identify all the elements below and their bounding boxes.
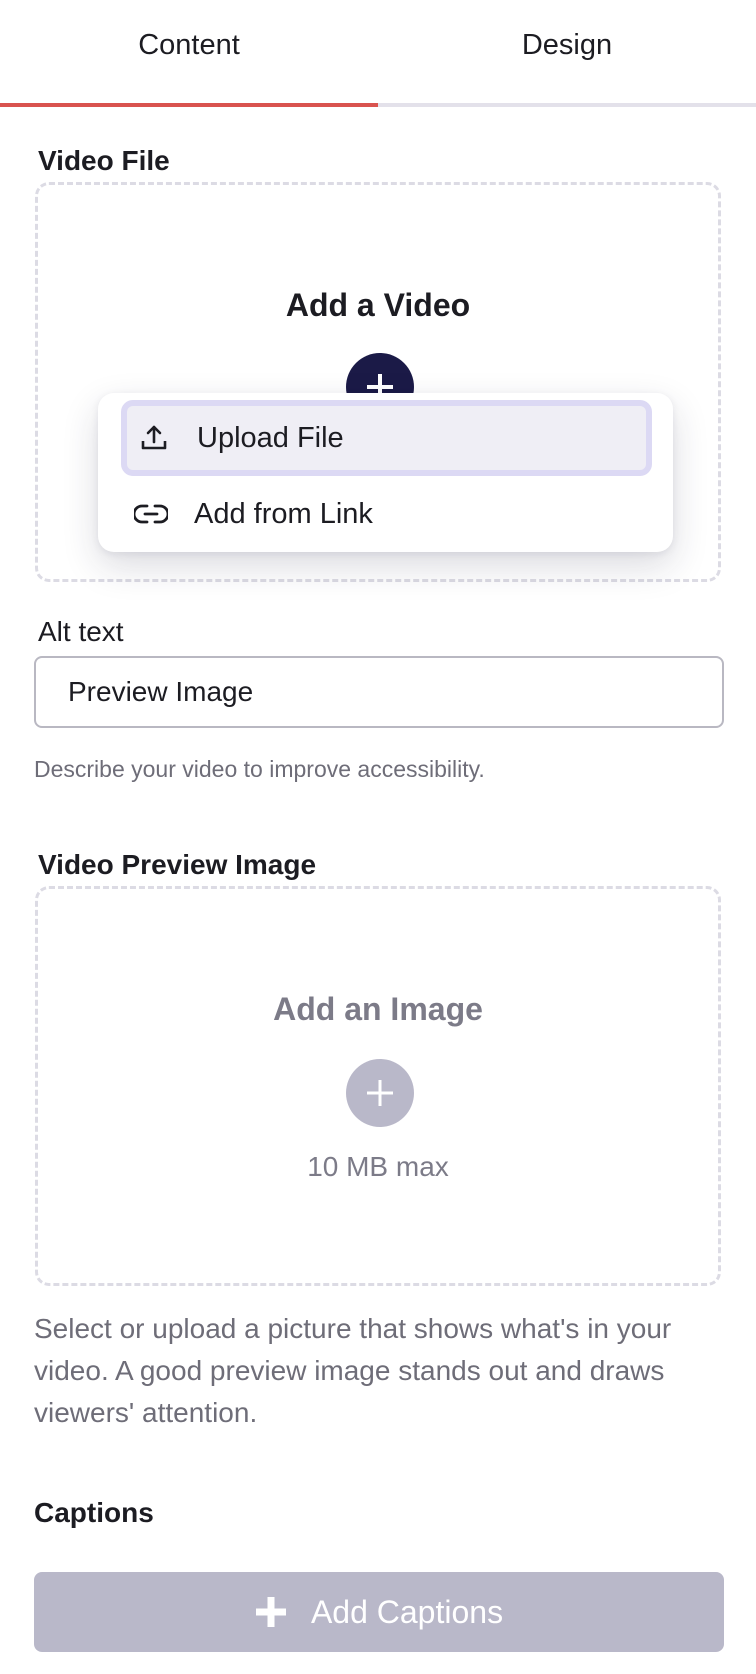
alt-text-helper: Describe your video to improve accessibi… [34,756,485,782]
tab-content-label: Content [138,28,240,61]
add-captions-button[interactable]: Add Captions [34,1572,724,1652]
preview-image-dropzone[interactable]: Add an Image 10 MB max [35,886,721,1286]
tab-design-label: Design [521,28,613,61]
max-size-text: 10 MB max [307,1151,449,1182]
menu-item-add-from-link[interactable]: Add from Link [124,479,649,549]
alt-text-input[interactable] [34,656,724,728]
upload-menu: Upload File Add from Link [98,393,673,552]
link-icon [134,497,168,531]
menu-item-add-from-link-label: Add from Link [194,497,373,530]
video-preview-image-title: Video Preview Image [38,849,317,880]
captions-title: Captions [34,1497,154,1528]
add-image-title: Add an Image [273,991,483,1027]
menu-item-upload-file-label: Upload File [197,421,344,454]
add-video-title: Add a Video [285,287,471,323]
tab-bar: Content Design [0,0,756,108]
preview-image-helper: Select or upload a picture that shows wh… [34,1313,672,1428]
video-file-title: Video File [38,145,170,176]
tab-design[interactable]: Design [378,0,756,108]
upload-icon [137,421,171,455]
plus-icon [255,1596,287,1628]
tab-active-indicator [0,103,378,107]
menu-item-upload-file[interactable]: Upload File [121,400,652,476]
alt-text-label: Alt text [38,616,124,647]
plus-icon [367,1080,393,1106]
add-image-button[interactable] [346,1059,414,1127]
tab-content[interactable]: Content [0,0,378,108]
add-captions-label: Add Captions [310,1593,504,1630]
